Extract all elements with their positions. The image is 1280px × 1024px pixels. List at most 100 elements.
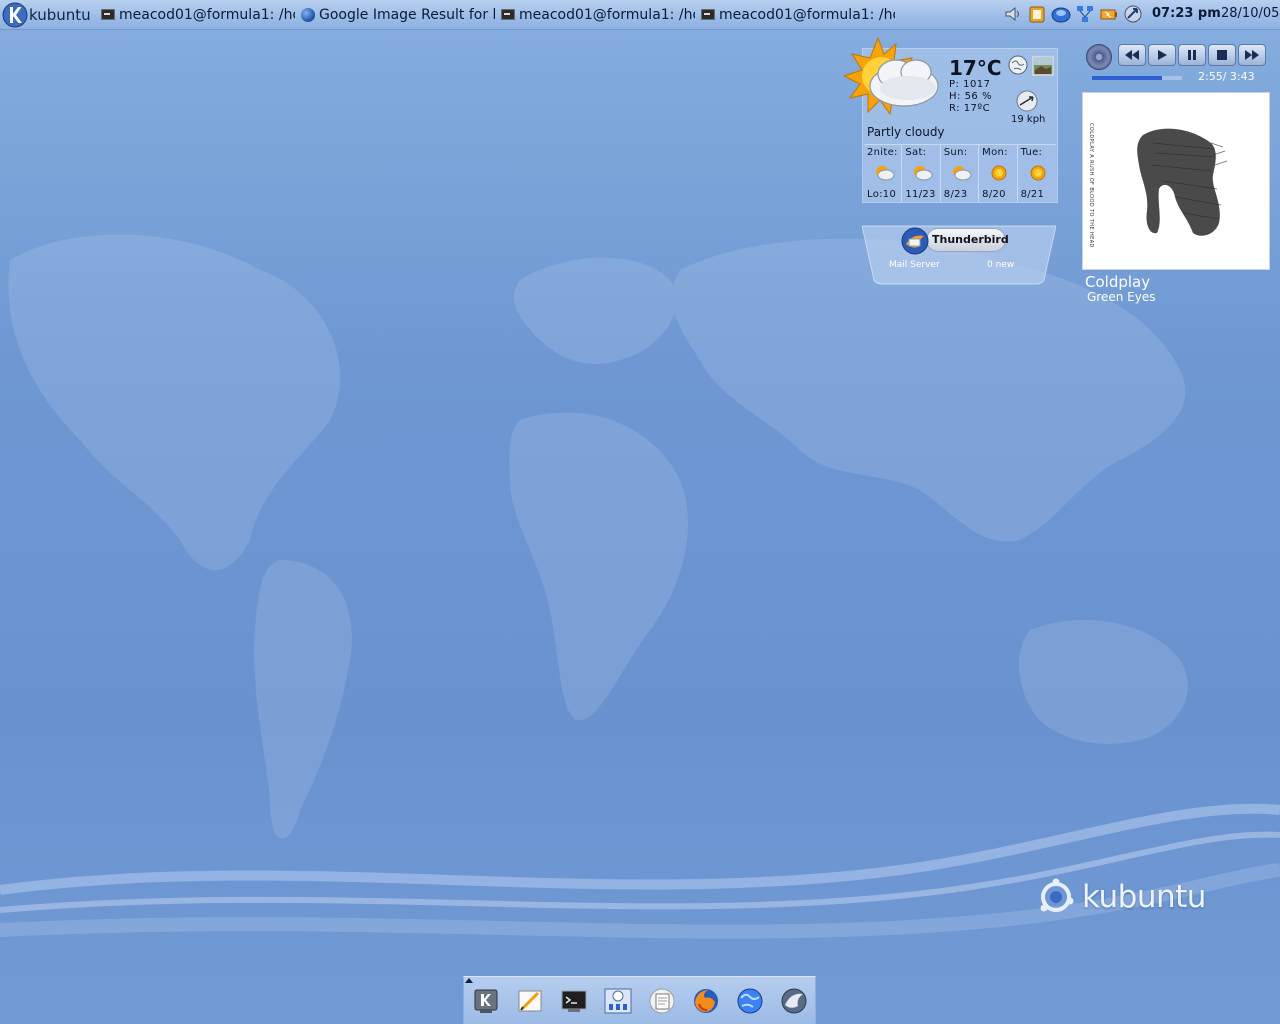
task-title: meacod01@formula1: /home [719,6,895,23]
stop-icon [1217,50,1227,60]
next-button[interactable] [1238,44,1266,66]
taskbar: meacod01@formula1: /home Google Image Re… [96,0,896,30]
kubuntu-k-icon [2,2,28,27]
battery-icon[interactable] [1098,3,1120,25]
task-title: Google Image Result for h [319,6,495,23]
volume-icon[interactable] [1002,3,1024,25]
mail-new-count: 0 new [987,260,1015,270]
konsole-icon [561,990,587,1012]
wind-icon [1016,90,1038,112]
launcher-firefox[interactable] [689,984,723,1018]
task-button[interactable]: meacod01@formula1: /home [96,0,296,30]
task-button[interactable]: meacod01@formula1: /home [696,0,896,30]
forecast-temp: 11/23 [905,189,936,200]
launcher-browser-globe[interactable] [733,984,767,1018]
pause-icon [1188,50,1196,60]
forecast-day-name: Tue: [1020,147,1043,158]
partly-cloudy-icon [914,166,933,181]
task-button[interactable]: Google Image Result for h [296,0,496,30]
browser-globe-icon [737,988,763,1014]
top-panel: kubuntu meacod01@formula1: /home Google … [0,0,1280,30]
launcher-konsole[interactable] [557,984,591,1018]
cover-artwork [1137,128,1228,236]
clock-time[interactable]: 07:23 pm [1152,6,1221,21]
network-icon[interactable] [1050,3,1072,25]
media-player-widget: 2:55/ 3:43 COLDPLAY A RUSH OF BLOOD TO T… [1080,40,1275,310]
forecast-day-name: 2nite: [867,147,898,158]
weather-pressure: P: 1017 [949,79,991,90]
terminal-icon [501,9,515,20]
thunderbird-mail-widget[interactable]: Thunderbird Mail Server 0 new [862,224,1056,286]
text-editor-icon [518,990,542,1012]
update-icon[interactable] [1122,3,1144,25]
forecast-temp: Lo:10 [867,189,897,200]
firefox-icon [694,989,718,1013]
partly-cloudy-icon [876,166,895,181]
terminal-icon [101,9,115,20]
sun-icon [1030,165,1046,181]
thunderbird-name: Thunderbird [932,233,1009,246]
weather-temperature: 17°C [949,56,1002,80]
play-button[interactable] [1148,44,1176,66]
launcher-text-editor[interactable] [513,984,547,1018]
album-cover: COLDPLAY A RUSH OF BLOOD TO THE HEAD [1082,92,1270,270]
mail-server-label: Mail Server [889,260,940,270]
sun-icon [991,165,1007,181]
kmenu-label: kubuntu [29,5,91,24]
track-title: Green Eyes [1087,290,1156,304]
launcher-settings[interactable] [601,984,635,1018]
weather-humidity: H: 56 % [949,91,992,102]
cd-icon[interactable] [1086,44,1112,70]
launcher-kmenu[interactable] [469,984,503,1018]
forecast-temp: 8/23 [943,189,968,200]
weather-condition: Partly cloudy [867,125,945,139]
stop-button[interactable] [1208,44,1236,66]
desktop-kubuntu-logo: kubuntu [1036,872,1206,922]
network-status-icon[interactable] [1074,3,1096,25]
weather-widget[interactable]: 17°C P: 1017 H: 56 % R: 17ºC 19 kph Part… [838,30,1060,205]
track-time: 2:55/ 3:43 [1198,70,1255,83]
previous-button[interactable] [1118,44,1146,66]
thunderbird-icon [781,988,807,1014]
clipboard-icon[interactable] [1026,3,1048,25]
previous-icon [1125,50,1139,60]
forecast-day-name: Sat: [905,147,927,158]
forecast-temp: 8/21 [1020,189,1045,200]
launcher-file-manager[interactable] [645,984,679,1018]
weather-forecast: 2nite: Lo:10 Sat: 11/23 Sun: 8/23 Mon: 8… [864,144,1056,202]
forecast-day-name: Sun: [943,147,968,158]
task-title: meacod01@formula1: /home [519,6,695,23]
next-icon [1245,50,1259,60]
play-icon [1158,50,1167,60]
system-tray [1002,3,1144,25]
forecast-day: Sun: 8/23 [940,145,980,202]
settings-icon [604,988,632,1014]
partly-cloudy-icon [952,166,972,181]
weather-wind: 19 kph [1011,114,1046,125]
weather-real-feel: R: 17ºC [949,103,991,114]
kmenu-button[interactable]: kubuntu [0,0,96,30]
globe-icon [301,7,315,22]
quick-launcher [463,976,816,1024]
forecast-day: Sat: 11/23 [902,145,941,202]
launcher-thunderbird[interactable] [777,984,811,1018]
track-artist: Coldplay [1085,273,1151,291]
forecast-day: Mon: 8/20 [979,145,1018,202]
forecast-day: Tue: 8/21 [1017,145,1056,202]
globe-icon[interactable] [1008,55,1028,75]
panel-hide-arrow-icon[interactable] [465,978,473,983]
forecast-day-name: Mon: [982,147,1008,158]
track-progress-fill [1092,76,1162,80]
kmenu-icon [474,989,498,1013]
partly-cloudy-icon [842,36,939,116]
station-photo-icon[interactable] [1032,56,1054,76]
clock-date[interactable]: 28/10/05 [1221,6,1279,21]
forecast-temp: 8/20 [982,189,1006,200]
kubuntu-gear-icon [1040,878,1074,912]
pause-button[interactable] [1178,44,1206,66]
task-button[interactable]: meacod01@formula1: /home [496,0,696,30]
forecast-day: 2nite: Lo:10 [864,145,903,202]
task-title: meacod01@formula1: /home [119,6,295,23]
file-manager-icon [649,988,675,1014]
desktop-logo-text: kubuntu [1082,879,1206,915]
